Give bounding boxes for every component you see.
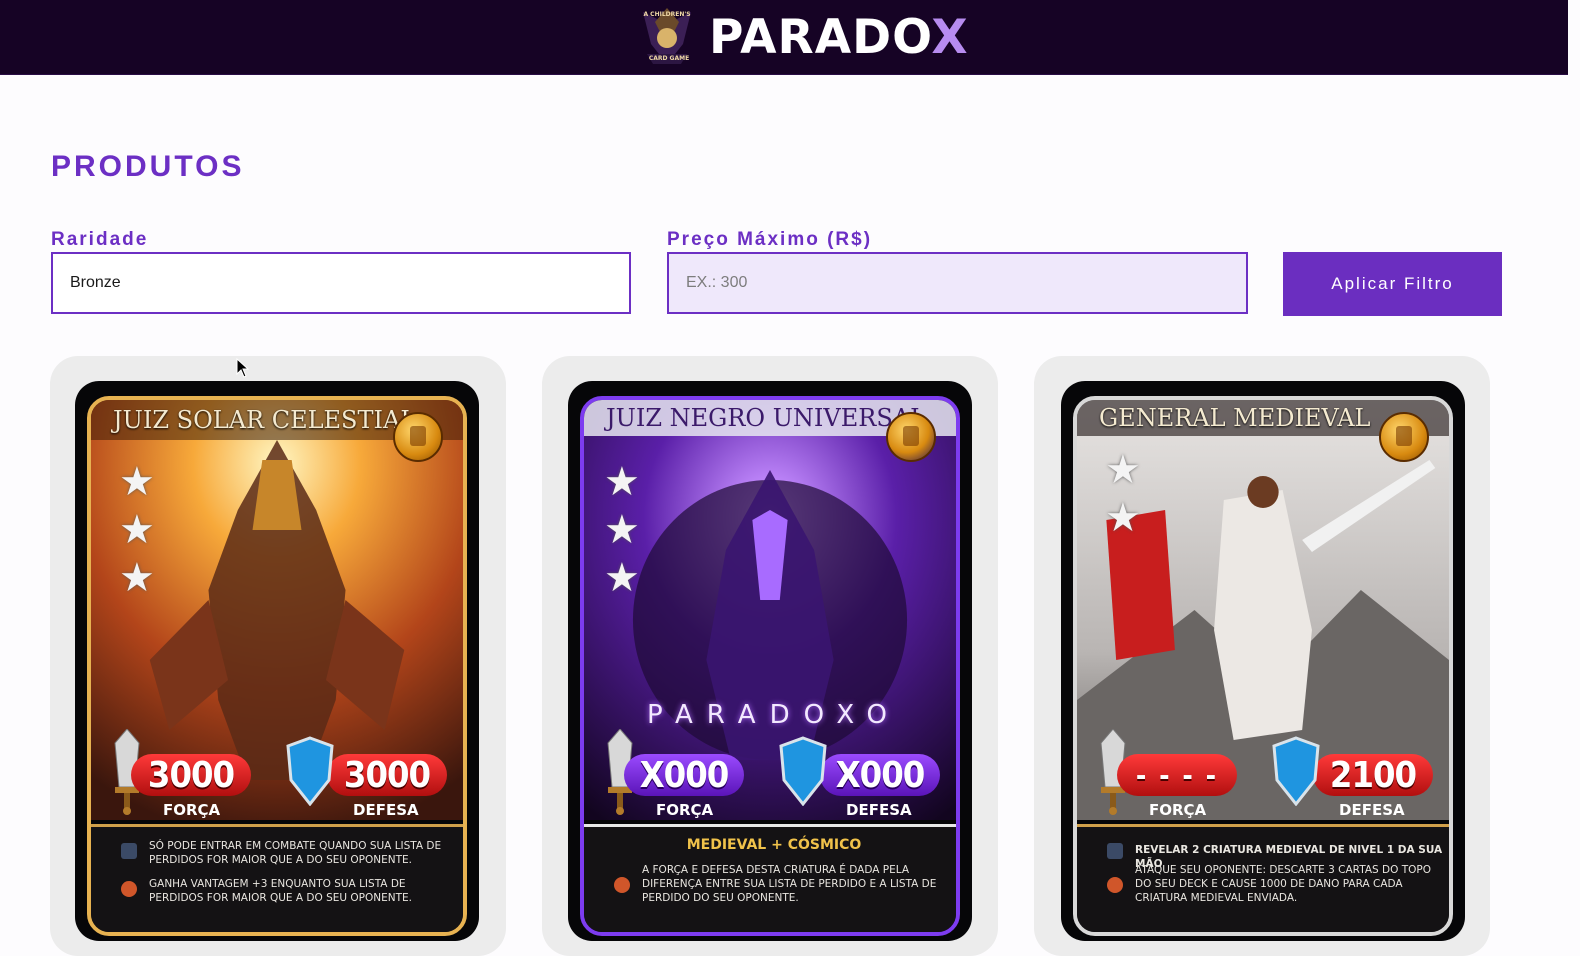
top-navbar: A CHILDREN'S CARD GAME PARADOX (0, 0, 1568, 75)
rarity-label: Raridade (51, 229, 149, 250)
card-stats: - - - - FORÇA 2100 DEFESA (1077, 724, 1449, 824)
mouse-cursor-icon (236, 358, 250, 378)
forca-value: - - - - (1117, 754, 1237, 796)
effect-text: A FORÇA E DEFESA DESTA CRIATURA É DADA P… (642, 864, 937, 904)
star-icon: ★ (1105, 496, 1141, 540)
paradox-logo[interactable]: A CHILDREN'S CARD GAME PARADOX (633, 3, 969, 71)
product-card-image[interactable]: JUIZ SOLAR CELESTIAL ★ ★ ★ 3000 FORÇA 30… (75, 381, 479, 941)
card-effects: SÓ PODE ENTRAR EM COMBATE QUANDO SUA LIS… (91, 824, 463, 932)
star-icon: ★ (119, 556, 155, 600)
star-icon: ★ (604, 556, 640, 600)
card-stats: 3000 FORÇA 3000 DEFESA (91, 724, 463, 824)
svg-text:CARD GAME: CARD GAME (649, 55, 689, 62)
card-name: JUIZ NEGRO UNIVERSAL (606, 404, 927, 432)
rarity-coin-icon (1379, 412, 1429, 462)
card-stars: ★ ★ (1105, 446, 1141, 542)
card-name: JUIZ SOLAR CELESTIAL (113, 406, 417, 434)
star-icon: ★ (604, 460, 640, 504)
card-frame: JUIZ SOLAR CELESTIAL ★ ★ ★ 3000 FORÇA 30… (87, 396, 467, 936)
rarity-coin-icon (886, 412, 936, 462)
defesa-label: DEFESA (353, 801, 419, 819)
logo-wordmark: PARADOX (709, 9, 969, 65)
card-effects: MEDIEVAL + CÓSMICO A FORÇA E DEFESA DEST… (584, 824, 956, 932)
defesa-label: DEFESA (1339, 801, 1405, 819)
effect-badge-icon (1107, 877, 1123, 893)
logo-emblem-icon: A CHILDREN'S CARD GAME (633, 4, 701, 70)
card-type-label: MEDIEVAL + CÓSMICO (686, 837, 862, 853)
card-name: GENERAL MEDIEVAL (1099, 404, 1371, 432)
effect-badge-icon (121, 881, 137, 897)
defesa-label: DEFESA (846, 801, 912, 819)
rarity-coin-icon (393, 412, 443, 462)
effect-badge-icon (614, 877, 630, 893)
star-icon: ★ (119, 508, 155, 552)
product-card-image[interactable]: GENERAL MEDIEVAL ★ ★ - - - - FORÇA 2100 … (1061, 381, 1465, 941)
star-icon: ★ (119, 460, 155, 504)
page-title: PRODUTOS (51, 150, 245, 183)
forca-label: FORÇA (1149, 801, 1207, 819)
shield-icon (1272, 736, 1320, 806)
effect-text: ATAQUE SEU OPONENTE: DESCARTE 3 CARTAS D… (1135, 864, 1431, 904)
card-frame: JUIZ NEGRO UNIVERSAL ★ ★ ★ PARADOXO X000… (580, 396, 960, 936)
max-price-label: Preço Máximo (R$) (667, 229, 873, 250)
forca-value: X000 (624, 754, 744, 796)
card-effects: REVELAR 2 CRIATURA MEDIEVAL DE NIVEL 1 D… (1077, 824, 1449, 932)
rarity-input[interactable] (51, 252, 631, 314)
card-stats: X000 FORÇA X000 DEFESA (584, 724, 956, 824)
forca-label: FORÇA (163, 801, 221, 819)
star-icon: ★ (1105, 448, 1141, 492)
svg-text:A CHILDREN'S: A CHILDREN'S (643, 11, 690, 18)
effect-text: SÓ PODE ENTRAR EM COMBATE QUANDO SUA LIS… (149, 840, 442, 866)
card-stars: ★ ★ ★ (604, 458, 640, 602)
forca-value: 3000 (131, 754, 251, 796)
defesa-value: 3000 (327, 754, 447, 796)
product-card-image[interactable]: JUIZ NEGRO UNIVERSAL ★ ★ ★ PARADOXO X000… (568, 381, 972, 941)
effect-text: GANHA VANTAGEM +3 ENQUANTO SUA LISTA DE … (149, 878, 413, 904)
card-stars: ★ ★ ★ (119, 458, 155, 602)
shield-icon (779, 736, 827, 806)
defesa-value: X000 (820, 754, 940, 796)
defesa-value: 2100 (1313, 754, 1433, 796)
effect-tower-icon (121, 843, 137, 859)
apply-filter-button[interactable]: Aplicar Filtro (1283, 252, 1502, 316)
shield-icon (286, 736, 334, 806)
card-frame: GENERAL MEDIEVAL ★ ★ - - - - FORÇA 2100 … (1073, 396, 1453, 936)
max-price-input[interactable] (667, 252, 1248, 314)
star-icon: ★ (604, 508, 640, 552)
forca-label: FORÇA (656, 801, 714, 819)
effect-tower-icon (1107, 843, 1123, 859)
